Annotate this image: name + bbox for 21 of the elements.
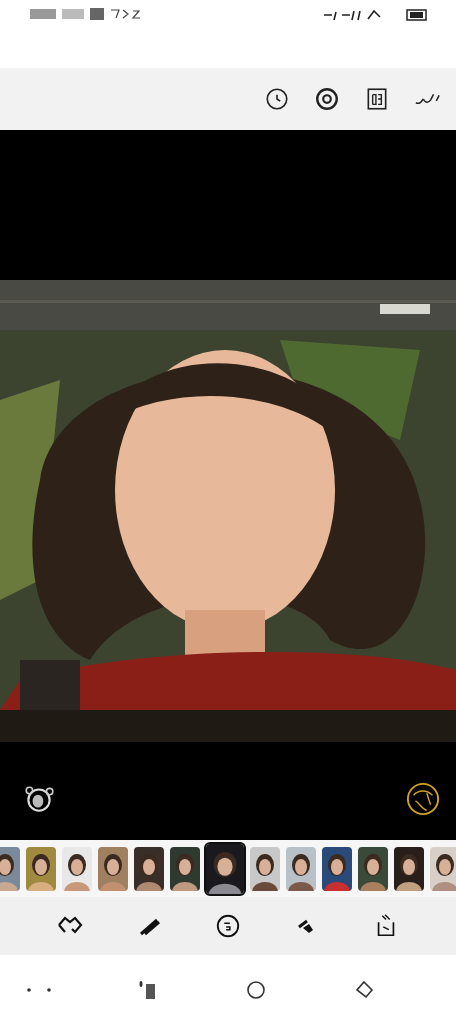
thumbnail[interactable] <box>250 846 280 891</box>
thumbnail[interactable] <box>206 843 244 894</box>
thumbnail[interactable] <box>394 846 424 891</box>
thumbnail[interactable] <box>358 846 388 891</box>
notification-icon <box>90 8 104 20</box>
battery-icon <box>406 8 428 22</box>
notification-icon <box>62 9 84 19</box>
thumbnail[interactable] <box>430 846 456 891</box>
thumbnail[interactable] <box>286 846 316 891</box>
thumbnail[interactable] <box>62 846 92 891</box>
thumbnail[interactable] <box>26 846 56 891</box>
thumbnail[interactable] <box>322 846 352 891</box>
thumbnail[interactable] <box>98 846 128 891</box>
thumbnail[interactable] <box>170 846 200 891</box>
thumbnail[interactable] <box>134 846 164 891</box>
dots-icon[interactable] <box>26 986 52 993</box>
ring-icon[interactable] <box>314 86 340 112</box>
badge-icon[interactable] <box>406 782 440 816</box>
squiggle-icon <box>110 9 142 19</box>
notification-icon <box>30 9 56 19</box>
clock-icon[interactable] <box>264 86 290 112</box>
